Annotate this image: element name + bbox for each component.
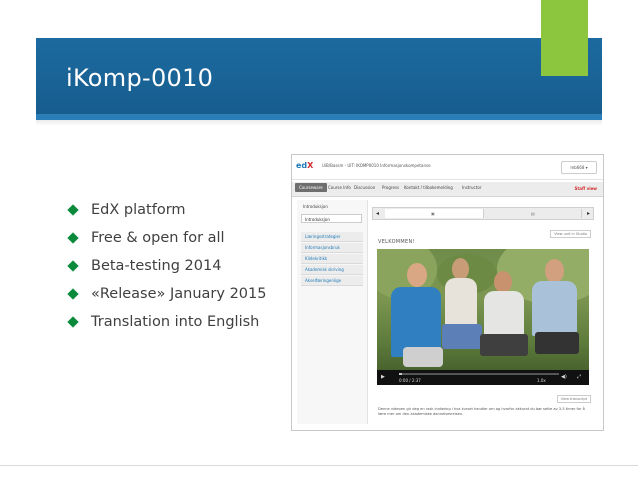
sidebar-item[interactable]: Informasjonsbruk — [301, 243, 363, 253]
section-title[interactable]: Introduksjon — [303, 204, 328, 209]
sidebar-item[interactable]: Kildekritikk — [301, 254, 363, 264]
person-4 — [527, 257, 582, 372]
fullscreen-icon[interactable]: ⤢ — [577, 374, 581, 380]
edx-logo[interactable]: edX — [296, 161, 313, 170]
sidebar-item[interactable]: Læringsstrategier — [301, 232, 363, 242]
video-controls: ▶ 0:00 / 2:37 1.0x ◀) ⤢ — [377, 370, 589, 385]
prev-arrow-icon[interactable]: ◂ — [376, 210, 379, 217]
video-time: 0:00 / 2:37 — [399, 378, 421, 383]
sequence-nav: ◂ ▣ ▤ ▸ — [372, 207, 594, 220]
diamond-bullet-icon — [67, 204, 79, 216]
footer-divider — [0, 465, 638, 466]
bullet-item: Beta-testing 2014 — [67, 252, 267, 280]
tab-instructor[interactable]: Instructor — [462, 185, 481, 190]
tab-progress[interactable]: Progress — [382, 185, 399, 190]
staff-view-toggle[interactable]: Staff view — [574, 186, 597, 191]
transcript-button[interactable]: View transcript — [556, 395, 591, 403]
studio-button[interactable]: View unit in Studio — [550, 230, 591, 238]
play-icon[interactable]: ▶ — [381, 374, 385, 380]
diamond-bullet-icon — [67, 288, 79, 300]
bullet-list: EdX platform Free & open for all Beta-te… — [67, 196, 267, 336]
problem-icon: ▤ — [531, 211, 535, 216]
person-2 — [442, 254, 482, 364]
sidebar-item[interactable]: Akademisk skriving — [301, 265, 363, 275]
diamond-bullet-icon — [67, 260, 79, 272]
diamond-bullet-icon — [67, 316, 79, 328]
courseware-sidebar: Introduksjon Introduksjon Læringsstrateg… — [297, 200, 368, 424]
speed-button[interactable]: 1.0x — [537, 378, 546, 383]
diamond-bullet-icon — [67, 232, 79, 244]
title-band: iKomp-0010 — [36, 38, 602, 126]
next-arrow-icon[interactable]: ▸ — [587, 210, 590, 217]
tab-discussion[interactable]: Discussion — [354, 185, 375, 190]
unit-heading: VELKOMMEN! — [378, 239, 415, 245]
edx-header: edX UiB/Bassm - UIT: IKOMP0010 Informasj… — [292, 155, 603, 180]
unit-description: Denne videoen gir deg en rask innføring … — [378, 407, 585, 416]
person-3 — [480, 269, 528, 369]
volume-icon[interactable]: ◀) — [561, 374, 567, 380]
video-player[interactable] — [377, 249, 589, 385]
bullet-item: Free & open for all — [67, 224, 267, 252]
user-menu-button[interactable]: mb668 ▾ — [561, 161, 597, 174]
bullet-item: EdX platform — [67, 196, 267, 224]
course-nav: Courseware Course Info Discussion Progre… — [292, 182, 603, 197]
video-icon: ▣ — [431, 211, 435, 216]
edx-screenshot: edX UiB/Bassm - UIT: IKOMP0010 Informasj… — [291, 154, 604, 431]
video-progress-bar[interactable] — [399, 373, 559, 375]
sidebar-item-active[interactable]: Introduksjon — [301, 214, 362, 223]
sidebar-item[interactable]: Akselfæringenlige — [301, 276, 363, 286]
slide-title: iKomp-0010 — [66, 64, 214, 92]
course-title: UiB/Bassm - UIT: IKOMP0010 Informasjonsk… — [322, 163, 431, 168]
bullet-item: Translation into English — [67, 308, 267, 336]
tab-courseware[interactable]: Courseware — [295, 183, 327, 192]
tab-kontakt[interactable]: Kontakt / tilbakemelding — [404, 185, 453, 190]
slide: iKomp-0010 EdX platform Free & open for … — [0, 0, 638, 479]
tab-course-info[interactable]: Course Info — [328, 185, 351, 190]
person-1 — [385, 257, 445, 377]
bullet-item: «Release» January 2015 — [67, 280, 267, 308]
accent-bar — [541, 0, 588, 76]
